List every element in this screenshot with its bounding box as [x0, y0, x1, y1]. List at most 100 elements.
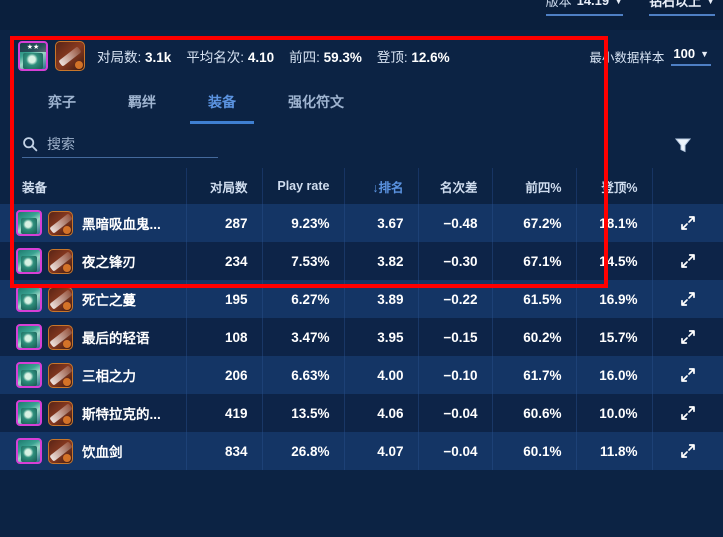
item-art — [49, 441, 72, 462]
search-icon — [23, 137, 38, 152]
search-box[interactable] — [22, 136, 218, 158]
cell-games: 419 — [186, 394, 263, 432]
cell-expand[interactable] — [652, 356, 723, 394]
cell-top4: 60.1% — [492, 432, 577, 470]
cell-rank: 4.07 — [344, 432, 419, 470]
champion-portrait-icon[interactable] — [16, 210, 42, 236]
champion-portrait-icon[interactable] — [16, 248, 42, 274]
item-icon[interactable] — [48, 362, 73, 388]
column-header-rank[interactable]: ↓排名 — [344, 168, 419, 204]
expand-arrow-icon[interactable] — [680, 443, 696, 459]
item-art — [49, 213, 72, 234]
expand-arrow-icon[interactable] — [680, 329, 696, 345]
item-icon[interactable] — [48, 210, 73, 236]
cell-delta: −0.15 — [418, 318, 493, 356]
expand-arrow-icon[interactable] — [680, 367, 696, 383]
cell-expand[interactable] — [652, 432, 723, 470]
stat-games-label: 对局数 — [97, 50, 138, 65]
rank-tier-select[interactable]: 钻石以上 ▼ — [649, 0, 715, 16]
tab-traits[interactable]: 羁绊 — [110, 82, 174, 124]
cell-play-rate: 6.27% — [262, 280, 345, 318]
table-row[interactable]: 夜之锋刃 234 7.53% 3.82 −0.30 67.1% 14.5% — [0, 242, 723, 280]
table-row[interactable]: 三相之力 206 6.63% 4.00 −0.10 61.7% 16.0% — [0, 356, 723, 394]
cell-win: 16.0% — [576, 356, 653, 394]
expand-arrow-icon[interactable] — [680, 253, 696, 269]
cell-rank: 4.06 — [344, 394, 419, 432]
cell-rank: 4.00 — [344, 356, 419, 394]
cell-games: 287 — [186, 204, 263, 242]
champion-portrait-icon[interactable] — [16, 438, 42, 464]
stat-avg-place-label: 平均名次 — [186, 50, 241, 65]
stat-games-value: 3.1k — [145, 50, 172, 65]
column-header-win[interactable]: 登顶% — [576, 168, 653, 204]
cell-expand[interactable] — [652, 280, 723, 318]
table-row[interactable]: 饮血剑 834 26.8% 4.07 −0.04 60.1% 11.8% — [0, 432, 723, 470]
cell-expand[interactable] — [652, 394, 723, 432]
item-icon[interactable] — [48, 286, 73, 312]
item-icon[interactable] — [48, 324, 73, 350]
table-row[interactable]: 黑暗吸血鬼... 287 9.23% 3.67 −0.48 67.2% 18.1… — [0, 204, 723, 242]
table-row[interactable]: 死亡之蔓 195 6.27% 3.89 −0.22 61.5% 16.9% — [0, 280, 723, 318]
table-row[interactable]: 斯特拉克的... 419 13.5% 4.06 −0.04 60.6% 10.0… — [0, 394, 723, 432]
table-body: 黑暗吸血鬼... 287 9.23% 3.67 −0.48 67.2% 18.1… — [0, 204, 723, 470]
table-row[interactable]: 最后的轻语 108 3.47% 3.95 −0.15 60.2% 15.7% — [0, 318, 723, 356]
item-name-label: 死亡之蔓 — [82, 293, 136, 308]
portrait-art — [21, 408, 37, 424]
item-name-label: 三相之力 — [82, 369, 136, 384]
cell-play-rate: 13.5% — [262, 394, 345, 432]
column-header-games[interactable]: 对局数 — [186, 168, 263, 204]
items-stats-table: 装备 对局数 Play rate ↓排名 名次差 前四% 登顶% 黑暗吸血鬼..… — [0, 168, 723, 470]
item-icon[interactable] — [48, 438, 73, 464]
expand-arrow-icon[interactable] — [680, 291, 696, 307]
column-header-play-rate[interactable]: Play rate — [262, 168, 345, 204]
patch-version-select[interactable]: 版本 14.19 ▼ — [545, 0, 624, 16]
min-sample-label: 最小数据样本 — [589, 50, 665, 65]
column-header-top4[interactable]: 前四% — [492, 168, 577, 204]
cell-expand[interactable] — [652, 204, 723, 242]
item-icon[interactable] — [48, 400, 73, 426]
tab-champions[interactable]: 弈子 — [30, 82, 94, 124]
item-icon[interactable] — [48, 248, 73, 274]
min-sample-control: 最小数据样本 100 ▼ — [589, 46, 711, 66]
expand-arrow-icon[interactable] — [680, 215, 696, 231]
cell-win: 15.7% — [576, 318, 653, 356]
cell-item-name: 斯特拉克的... — [0, 394, 187, 432]
filter-button[interactable] — [673, 135, 693, 160]
column-header-expand — [652, 168, 723, 204]
stat-win: 登顶: 12.6% — [376, 50, 450, 65]
stat-win-value: 12.6% — [411, 50, 450, 65]
min-sample-select[interactable]: 100 ▼ — [671, 46, 711, 66]
cell-delta: −0.04 — [418, 432, 493, 470]
column-header-delta[interactable]: 名次差 — [418, 168, 493, 204]
champion-portrait-icon[interactable]: ★★ — [18, 41, 48, 71]
cell-expand[interactable] — [652, 318, 723, 356]
tab-augments[interactable]: 强化符文 — [270, 82, 362, 124]
champion-portrait-icon[interactable] — [16, 286, 42, 312]
cell-delta: −0.48 — [418, 204, 493, 242]
search-filter-row — [0, 124, 723, 168]
cell-games: 108 — [186, 318, 263, 356]
item-name-label: 斯特拉克的... — [82, 407, 161, 422]
champion-portrait-icon[interactable] — [16, 400, 42, 426]
cell-item-name: 饮血剑 — [0, 432, 187, 470]
cell-games: 195 — [186, 280, 263, 318]
portrait-art — [21, 332, 37, 348]
cell-delta: −0.10 — [418, 356, 493, 394]
cell-rank: 3.67 — [344, 204, 419, 242]
item-name-label: 饮血剑 — [82, 445, 123, 460]
item-art — [49, 403, 72, 424]
cell-expand[interactable] — [652, 242, 723, 280]
search-input[interactable] — [47, 136, 218, 152]
cell-top4: 67.2% — [492, 204, 577, 242]
patch-version-value: 14.19 — [576, 0, 610, 8]
tab-items[interactable]: 装备 — [190, 82, 254, 124]
item-art — [58, 46, 82, 67]
champion-portrait-icon[interactable] — [16, 324, 42, 350]
item-icon[interactable] — [55, 41, 85, 71]
cell-top4: 60.2% — [492, 318, 577, 356]
champion-portrait-icon[interactable] — [16, 362, 42, 388]
cell-rank: 3.89 — [344, 280, 419, 318]
tab-augments-label: 强化符文 — [288, 93, 344, 110]
column-header-item[interactable]: 装备 — [0, 168, 187, 204]
expand-arrow-icon[interactable] — [680, 405, 696, 421]
